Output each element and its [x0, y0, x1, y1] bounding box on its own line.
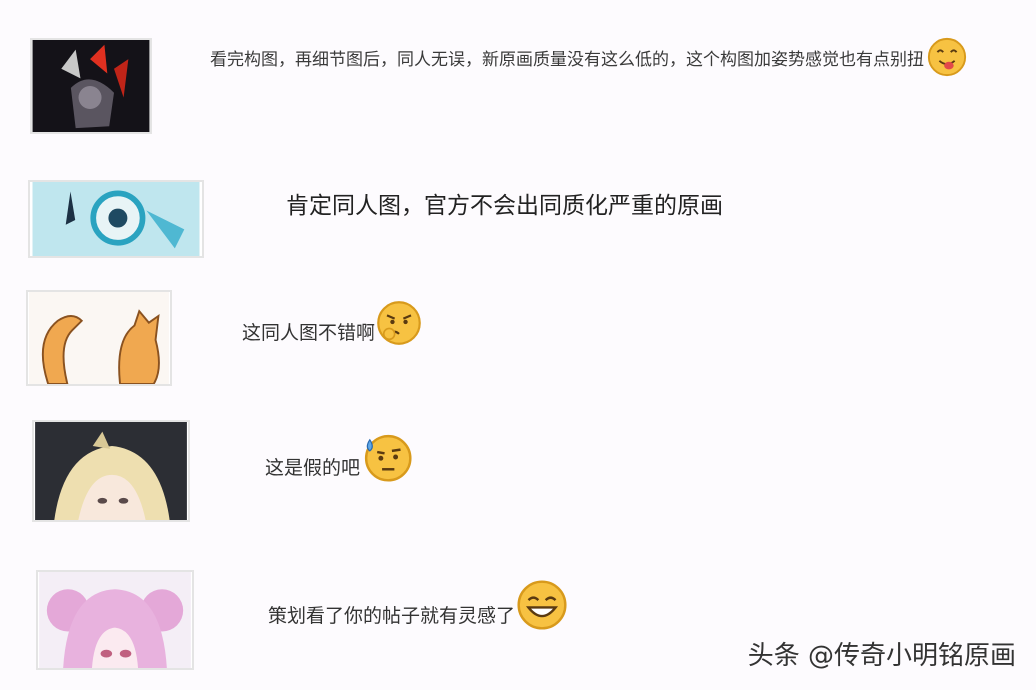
- orange-cats-avatar-image: [29, 292, 169, 384]
- comment-3-text: 这同人图不错啊: [242, 322, 376, 344]
- comment-3: 这同人图不错啊: [242, 300, 423, 354]
- comment-1: 看完构图，再细节图后，同人无误，新原画质量没有这么低的，这个构图加姿势感觉也有点…: [210, 37, 1010, 78]
- avatar-4[interactable]: [32, 420, 190, 522]
- avatar-2[interactable]: [28, 180, 204, 258]
- comment-2-text: 肯定同人图，官方不会出同质化严重的原画: [286, 193, 723, 219]
- watermark: 头条 @传奇小明铭原画: [747, 641, 1016, 671]
- comment-4-text: 这是假的吧: [265, 457, 361, 479]
- comment-5-text: 策划看了你的帖子就有灵感了: [268, 605, 516, 627]
- avatar-1[interactable]: [30, 38, 152, 134]
- comment-2: 肯定同人图，官方不会出同质化严重的原画: [286, 190, 723, 222]
- thinking-emoji-icon: [375, 299, 423, 347]
- avatar-3[interactable]: [26, 290, 172, 386]
- sweat-doubt-emoji-icon: [360, 430, 414, 484]
- avatar-5[interactable]: [36, 570, 194, 670]
- comment-1-text: 看完构图，再细节图后，同人无误，新原画质量没有这么低的，这个构图加姿势感觉也有点…: [210, 50, 924, 70]
- comment-4: 这是假的吧: [265, 434, 414, 490]
- tongue-out-emoji-icon: [926, 36, 968, 78]
- blonde-character-avatar-image: [35, 422, 187, 520]
- comment-5: 策划看了你的帖子就有灵感了: [268, 579, 569, 638]
- blue-character-avatar-image: [32, 182, 200, 256]
- grin-emoji-icon: [515, 578, 569, 632]
- dark-character-avatar-image: [32, 40, 150, 132]
- pink-character-avatar-image: [39, 572, 191, 668]
